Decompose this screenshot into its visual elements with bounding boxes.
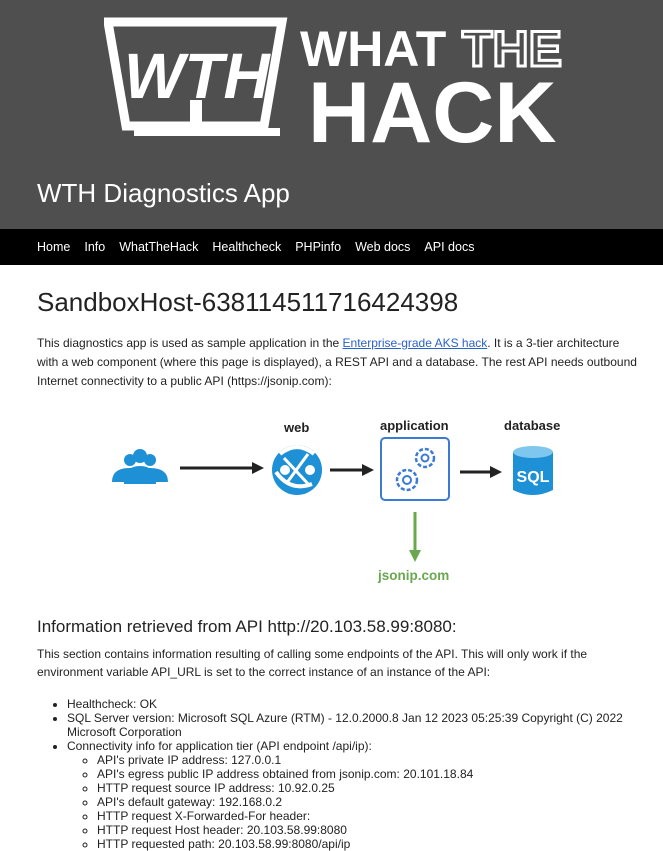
connectivity-label: Connectivity info for application tier (… bbox=[67, 739, 372, 753]
sql-version-item: SQL Server version: Microsoft SQL Azure … bbox=[67, 711, 637, 739]
connectivity-item: Connectivity info for application tier (… bbox=[67, 739, 637, 851]
list-item: API's default gateway: 192.168.0.2 bbox=[97, 795, 637, 809]
list-item: HTTP request Host header: 20.103.58.99:8… bbox=[97, 823, 637, 837]
nav-whatthehack[interactable]: WhatTheHack bbox=[119, 240, 198, 254]
nav-info[interactable]: Info bbox=[84, 240, 105, 254]
arrow-app-jsonip bbox=[409, 512, 421, 562]
enterprise-aks-hack-link[interactable]: Enterprise-grade AKS hack bbox=[343, 336, 488, 350]
architecture-diagram: SQL web application database jsonip.com bbox=[100, 410, 580, 595]
host-name: SandboxHost-638114511716424398 bbox=[37, 287, 459, 317]
hero-banner: WTH WHAT THE HACK WTH Diagnostics App bbox=[0, 0, 663, 229]
list-item: HTTP request source IP address: 10.92.0.… bbox=[97, 781, 637, 795]
nav-home[interactable]: Home bbox=[37, 240, 70, 254]
users-icon bbox=[112, 449, 168, 484]
list-item: API's private IP address: 127.0.0.1 bbox=[97, 753, 637, 767]
list-item: HTTP request X-Forwarded-For header: bbox=[97, 809, 637, 823]
nav-healthcheck[interactable]: Healthcheck bbox=[212, 240, 281, 254]
intro-text: This diagnostics app is used as sample a… bbox=[37, 334, 643, 391]
connectivity-sublist: API's private IP address: 127.0.0.1 API'… bbox=[67, 753, 637, 851]
sql-label: SQL bbox=[517, 469, 550, 486]
application-label: application bbox=[380, 418, 449, 433]
api-info-list: Healthcheck: OK SQL Server version: Micr… bbox=[37, 697, 637, 851]
logo-base bbox=[134, 128, 280, 136]
web-label: web bbox=[284, 420, 310, 435]
arrow-users-web bbox=[180, 462, 264, 474]
healthcheck-item: Healthcheck: OK bbox=[67, 697, 637, 711]
api-heading: Information retrieved from API http://20… bbox=[37, 617, 457, 636]
top-nav: Home Info WhatTheHack Healthcheck PHPinf… bbox=[0, 229, 663, 265]
nav-web-docs[interactable]: Web docs bbox=[355, 240, 410, 254]
logo-hack-text: HACK bbox=[308, 65, 556, 144]
application-icon bbox=[380, 437, 450, 501]
sql-database-icon: SQL bbox=[513, 446, 553, 495]
what-the-hack-logo: WTH WHAT THE HACK bbox=[104, 17, 564, 144]
list-item: HTTP requested path: 20.103.58.99:8080/a… bbox=[97, 837, 637, 851]
web-app-icon bbox=[272, 445, 322, 495]
list-item: API's egress public IP address obtained … bbox=[97, 767, 637, 781]
jsonip-label: jsonip.com bbox=[378, 568, 450, 583]
arrow-web-app bbox=[330, 464, 374, 476]
nav-phpinfo[interactable]: PHPinfo bbox=[295, 240, 341, 254]
api-description: This section contains information result… bbox=[37, 647, 588, 679]
intro-before: This diagnostics app is used as sample a… bbox=[37, 336, 343, 350]
database-label: database bbox=[504, 418, 561, 433]
logo-stand bbox=[190, 100, 202, 122]
arrow-app-db bbox=[460, 466, 502, 478]
nav-api-docs[interactable]: API docs bbox=[424, 240, 474, 254]
app-title: WTH Diagnostics App bbox=[37, 178, 290, 208]
